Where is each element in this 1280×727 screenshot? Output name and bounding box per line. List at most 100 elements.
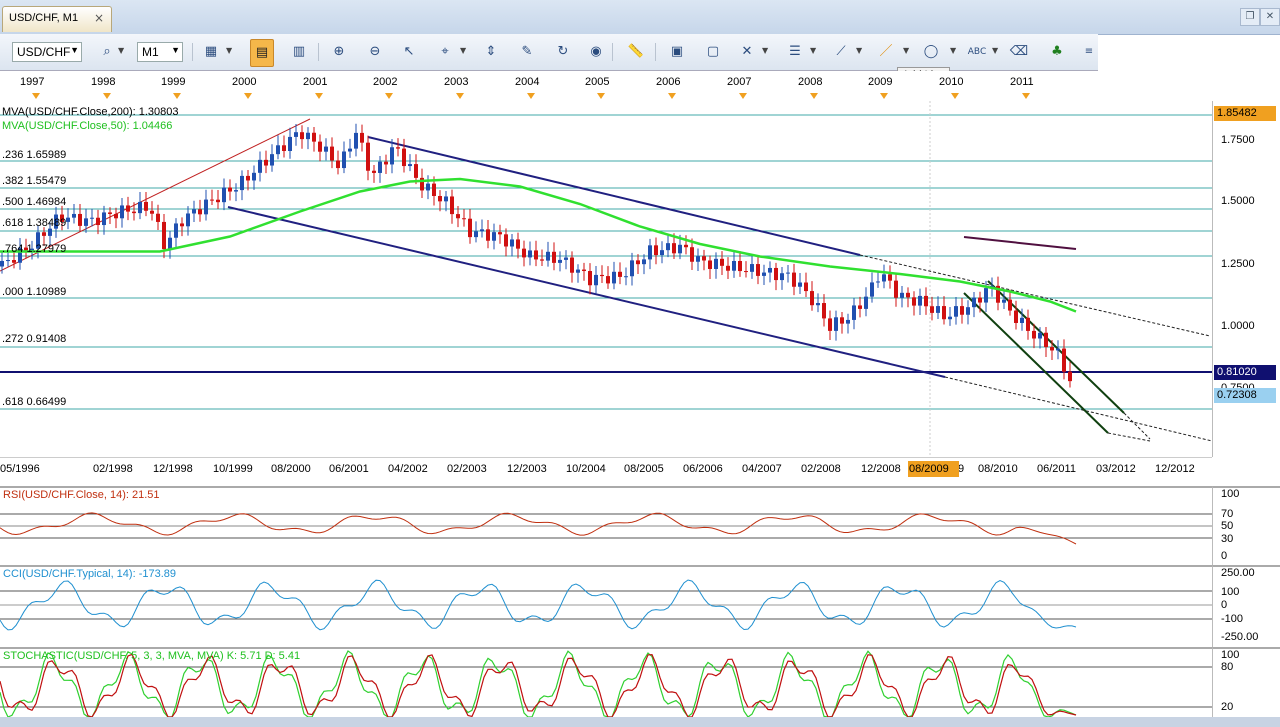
- indicators-icon[interactable]: ☰: [784, 42, 806, 62]
- ellipse-icon[interactable]: ◯: [920, 42, 942, 62]
- chevron-down-icon[interactable]: ▼: [810, 46, 816, 55]
- candle-body: [624, 276, 628, 278]
- date-tick: 12/2003: [507, 463, 547, 475]
- candle-body: [276, 145, 280, 155]
- more-icon[interactable]: ≡: [1078, 42, 1100, 62]
- fib-label: .764 1.27979: [2, 243, 67, 255]
- chart-type-icon[interactable]: ▦: [200, 42, 222, 62]
- candle-body: [618, 271, 622, 277]
- price-tick: 1.7500: [1221, 134, 1255, 146]
- trend-line-purple: [963, 236, 1077, 250]
- year-marker: [32, 93, 40, 99]
- globe-icon[interactable]: ◉: [585, 42, 607, 62]
- candle-body: [576, 269, 580, 273]
- price-chart-canvas[interactable]: [0, 101, 1212, 457]
- candle-body: [450, 196, 454, 215]
- separator: [655, 43, 656, 61]
- draw-lines-icon[interactable]: ⟋: [830, 42, 852, 62]
- channel2-ext: [1123, 412, 1151, 440]
- zoom-out-icon[interactable]: ⊖: [364, 42, 386, 62]
- candle-body: [72, 213, 76, 218]
- chart-mode-icon[interactable]: ▤: [250, 39, 274, 67]
- candle-body: [186, 213, 190, 227]
- candle-body: [960, 306, 964, 315]
- candle-body: [882, 274, 886, 282]
- close-window-icon[interactable]: ✕: [1260, 8, 1280, 26]
- price-axis[interactable]: 1.7500 1.5000 1.2500 1.0000 0.7500: [1212, 101, 1280, 457]
- cci-panel[interactable]: CCI(USD/CHF.Typical, 14): -173.89: [0, 565, 1212, 647]
- chart-tab[interactable]: USD/CHF, M1 ×: [2, 6, 112, 32]
- symbol-lookup-icon[interactable]: ⌕: [96, 42, 118, 62]
- year-marker: [315, 93, 323, 99]
- channel-upper-ext: [859, 254, 1211, 337]
- candle-body: [804, 282, 808, 292]
- chevron-down-icon[interactable]: ▼: [856, 46, 862, 55]
- text-icon[interactable]: ABC: [966, 42, 988, 62]
- chevron-down-icon[interactable]: ▼: [903, 46, 909, 55]
- chevron-down-icon[interactable]: ▼: [118, 46, 124, 55]
- candle-body: [876, 281, 880, 283]
- candle-body: [312, 132, 316, 142]
- crosshair-icon[interactable]: ⌖: [434, 42, 456, 62]
- rsi-line: [0, 512, 1077, 545]
- fit-icon[interactable]: ⇕: [480, 42, 502, 62]
- fib-lines: [0, 114, 1212, 410]
- price-chart[interactable]: MVA(USD/CHF.Close,200): 1.30803 MVA(USD/…: [0, 101, 1212, 457]
- tab-bar: USD/CHF, M1 × ❐ ✕: [0, 0, 1280, 35]
- image-icon[interactable]: ▣: [666, 42, 688, 62]
- snapshot-icon[interactable]: ✎: [516, 42, 538, 62]
- candle-body: [660, 250, 664, 256]
- chevron-down-icon[interactable]: ▼: [226, 46, 232, 55]
- year-label: 2007: [727, 76, 752, 88]
- date-tick: 02/2008: [801, 463, 841, 475]
- candle-body: [258, 159, 262, 173]
- tree-icon[interactable]: ♣: [1046, 42, 1068, 62]
- zoom-in-icon[interactable]: ⊕: [328, 42, 350, 62]
- date-highlight: 08/2009: [908, 461, 959, 477]
- timeframe-select[interactable]: M1 ▼: [137, 42, 183, 62]
- add-line-icon[interactable]: ／: [875, 42, 897, 62]
- candle-body: [726, 265, 730, 271]
- date-tick: 08/2005: [624, 463, 664, 475]
- candle-body: [330, 146, 334, 161]
- candle-body: [864, 296, 868, 309]
- chevron-down-icon[interactable]: ▼: [460, 46, 466, 55]
- refresh-icon[interactable]: ↻: [552, 42, 574, 62]
- chevron-down-icon[interactable]: ▼: [992, 46, 998, 55]
- rsi-tick: 50: [1221, 520, 1234, 532]
- date-tick: 06/2011: [1037, 463, 1076, 475]
- ruler-icon[interactable]: 📏: [625, 42, 647, 62]
- rsi-tick: 30: [1221, 533, 1234, 545]
- candle-body: [774, 267, 778, 281]
- template-icon[interactable]: ▥: [288, 42, 310, 62]
- candle-body: [918, 295, 922, 306]
- restore-icon[interactable]: ❐: [1240, 8, 1260, 26]
- candle-body: [900, 292, 904, 298]
- candle-body: [0, 260, 4, 267]
- eraser-icon[interactable]: ⌫: [1008, 42, 1030, 62]
- candle-body: [798, 282, 802, 287]
- candle-body: [720, 258, 724, 266]
- candle-body: [384, 161, 388, 165]
- candle-body: [432, 183, 436, 196]
- candle-body: [156, 213, 160, 222]
- candle-body: [756, 264, 760, 276]
- close-icon[interactable]: ×: [94, 11, 104, 25]
- separator: [318, 43, 319, 61]
- tools-icon[interactable]: ✕: [736, 42, 758, 62]
- date-axis[interactable]: 05/1996 02/1998 12/1998 10/1999 08/2000 …: [0, 457, 1212, 483]
- candle-body: [390, 147, 394, 165]
- year-scale: 1997 1998 1999 2000 2001 2002 2003 2004 …: [0, 71, 1212, 101]
- candle-body: [342, 151, 346, 169]
- year-marker: [880, 93, 888, 99]
- candle-body: [138, 201, 142, 214]
- rsi-panel[interactable]: RSI(USD/CHF.Close, 14): 21.51: [0, 486, 1212, 565]
- chevron-down-icon[interactable]: ▼: [950, 46, 956, 55]
- symbol-select[interactable]: USD/CHF ▼: [12, 42, 82, 62]
- chevron-down-icon[interactable]: ▼: [762, 46, 768, 55]
- stoch-panel[interactable]: STOCHASTIC(USD/CHF, 5, 3, 3, MVA, MVA) K…: [0, 647, 1212, 719]
- cursor-icon[interactable]: ↖: [398, 42, 420, 62]
- window-icon[interactable]: ▢: [702, 42, 724, 62]
- candle-body: [696, 256, 700, 262]
- candle-body: [690, 247, 694, 262]
